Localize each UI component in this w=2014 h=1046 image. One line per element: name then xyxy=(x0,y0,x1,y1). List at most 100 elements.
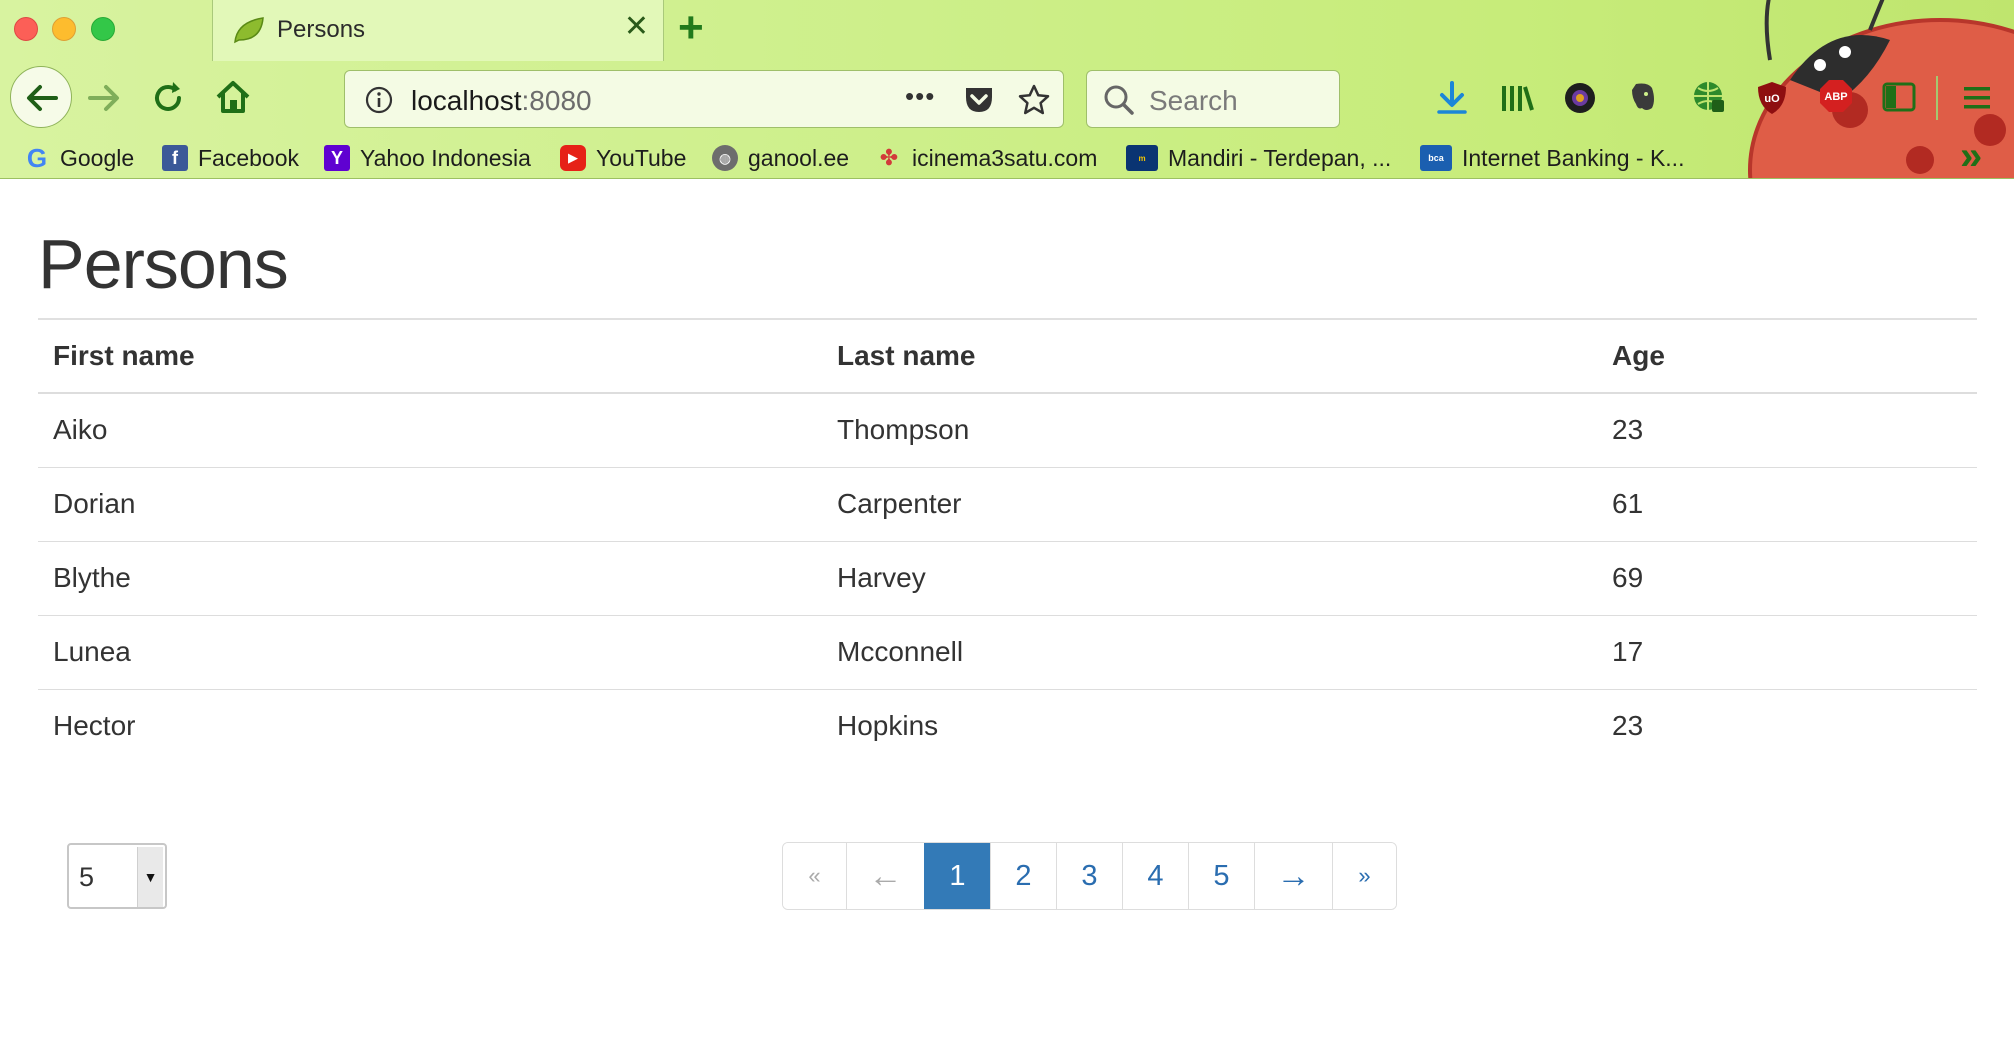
bookmark-mandiri[interactable]: m Mandiri - Terdepan, ... xyxy=(1126,142,1391,174)
spring-leaf-icon xyxy=(234,17,264,44)
bookmark-google[interactable]: G Google xyxy=(24,142,134,174)
first-name-cell: Hector xyxy=(53,710,136,742)
table-header-row: First name Last name Age xyxy=(38,320,1977,394)
navigation-toolbar: localhost:8080 ••• Search uO ABP xyxy=(0,62,2014,138)
first-name-cell: Dorian xyxy=(38,467,822,542)
minimize-window-button[interactable] xyxy=(52,17,76,41)
age-cell: 17 xyxy=(1597,615,1977,690)
bookmark-internet-banking[interactable]: bca Internet Banking - K... xyxy=(1420,142,1684,174)
bookmark-label: Internet Banking - K... xyxy=(1462,144,1685,171)
yahoo-icon: Y xyxy=(324,145,350,171)
next-page-button[interactable]: → xyxy=(1254,843,1332,909)
page-actions-icon[interactable]: ••• xyxy=(905,81,935,112)
search-input[interactable]: Search xyxy=(1149,85,1238,117)
facebook-icon: f xyxy=(162,145,188,171)
bookmark-youtube[interactable]: ▶ YouTube xyxy=(560,142,686,174)
page-5-button[interactable]: 5 xyxy=(1188,843,1254,909)
bookmark-label: icinema3satu.com xyxy=(912,144,1098,171)
url-text[interactable]: localhost:8080 xyxy=(411,85,592,117)
bookmark-label: Google xyxy=(60,144,135,171)
column-header-age: Age xyxy=(1597,320,1977,394)
bookmark-facebook[interactable]: f Facebook xyxy=(162,142,299,174)
table-row: Aiko Thompson 23 xyxy=(38,393,1977,468)
last-page-button[interactable]: » xyxy=(1332,843,1396,909)
forward-button[interactable] xyxy=(86,80,122,116)
back-button[interactable] xyxy=(10,66,72,128)
zoom-window-button[interactable] xyxy=(91,17,115,41)
svg-text:uO: uO xyxy=(1764,93,1780,105)
last-name-cell: Mcconnell xyxy=(822,615,1597,690)
new-tab-button[interactable]: + xyxy=(678,6,704,50)
site-info-icon[interactable] xyxy=(365,86,393,114)
sidebar-icon[interactable] xyxy=(1882,82,1916,112)
last-name-cell: Hopkins xyxy=(837,710,939,742)
page-size-select[interactable]: 5 ▼ xyxy=(67,843,167,909)
globe-extension-icon[interactable] xyxy=(1692,80,1726,114)
table-row: Lunea Mcconnell 17 xyxy=(38,615,1977,690)
previous-page-button[interactable]: ← xyxy=(846,843,924,909)
bookmark-label: ganool.ee xyxy=(748,144,850,171)
bca-icon: bca xyxy=(1420,145,1452,171)
pocket-icon[interactable] xyxy=(963,85,995,115)
table-row: Hector Hopkins 23 xyxy=(38,689,1977,763)
tab-title: Persons xyxy=(277,16,366,43)
age-cell: 23 xyxy=(1612,710,1644,742)
svg-text:ABP: ABP xyxy=(1824,91,1847,103)
bookmark-label: Mandiri - Terdepan, ... xyxy=(1168,144,1392,171)
dropdown-arrow-icon[interactable]: ▼ xyxy=(137,847,163,907)
pagination: « ← 1 2 3 4 5 → » xyxy=(782,842,1397,910)
age-cell: 61 xyxy=(1597,467,1977,542)
page-2-button[interactable]: 2 xyxy=(990,843,1056,909)
table-row: Blythe Harvey 69 xyxy=(38,541,1977,616)
first-name-cell: Blythe xyxy=(38,541,822,616)
search-bar[interactable]: Search xyxy=(1086,70,1340,128)
tab-persons[interactable]: Persons ✕ xyxy=(212,0,664,61)
last-name-cell: Harvey xyxy=(822,541,1597,616)
page-size-value: 5 xyxy=(79,862,95,892)
bookmark-label: Yahoo Indonesia xyxy=(360,144,531,171)
bookmark-ganool[interactable]: ◍ ganool.ee xyxy=(712,142,849,174)
evernote-icon[interactable] xyxy=(1628,80,1660,114)
column-header-first-name: First name xyxy=(38,320,822,394)
cinema-icon: ✤ xyxy=(879,145,899,170)
bookmark-label: YouTube xyxy=(596,144,687,171)
toolbar-divider xyxy=(1936,76,1938,120)
bookmark-label: Facebook xyxy=(198,144,300,171)
camera-extension-icon[interactable] xyxy=(1564,82,1596,114)
first-name-cell: Lunea xyxy=(38,615,822,690)
search-icon xyxy=(1104,85,1134,115)
url-port: :8080 xyxy=(521,85,592,116)
browser-chrome: Persons ✕ + localhost:8080 ••• Search uO… xyxy=(0,0,2014,179)
close-window-button[interactable] xyxy=(14,17,38,41)
bookmarks-overflow-chevron-icon[interactable]: » xyxy=(1960,134,1982,178)
url-host: localhost xyxy=(411,85,522,116)
ublock-icon[interactable]: uO xyxy=(1756,80,1788,116)
last-name-cell: Carpenter xyxy=(822,467,1597,542)
table-row: Dorian Carpenter 61 xyxy=(38,467,1977,542)
first-page-button[interactable]: « xyxy=(783,843,846,909)
google-icon: G xyxy=(26,142,48,173)
home-button[interactable] xyxy=(214,78,252,116)
tab-close-icon[interactable]: ✕ xyxy=(624,12,649,42)
download-icon[interactable] xyxy=(1436,80,1468,116)
page-title: Persons xyxy=(38,225,289,303)
adblock-plus-icon[interactable]: ABP xyxy=(1818,78,1854,114)
page-content: Persons First name Last name Age Aiko Th… xyxy=(0,180,2014,1046)
age-cell: 69 xyxy=(1597,541,1977,616)
bookmark-star-icon[interactable] xyxy=(1017,83,1051,117)
bookmark-yahoo[interactable]: Y Yahoo Indonesia xyxy=(324,142,531,174)
reload-button[interactable] xyxy=(150,80,186,116)
address-bar[interactable]: localhost:8080 ••• xyxy=(344,70,1064,128)
library-icon[interactable] xyxy=(1500,82,1534,114)
menu-icon[interactable] xyxy=(1962,84,1992,112)
bookmarks-toolbar: G Google f Facebook Y Yahoo Indonesia ▶ … xyxy=(0,134,2014,178)
bookmark-icinema[interactable]: ✤ icinema3satu.com xyxy=(876,142,1098,174)
page-3-button[interactable]: 3 xyxy=(1056,843,1122,909)
back-arrow-icon xyxy=(27,85,58,111)
last-name-cell: Thompson xyxy=(822,393,1597,468)
youtube-icon: ▶ xyxy=(560,145,586,171)
tab-strip: Persons ✕ + xyxy=(0,0,2014,61)
age-cell: 23 xyxy=(1597,393,1977,468)
page-1-button[interactable]: 1 xyxy=(924,843,990,909)
page-4-button[interactable]: 4 xyxy=(1122,843,1188,909)
